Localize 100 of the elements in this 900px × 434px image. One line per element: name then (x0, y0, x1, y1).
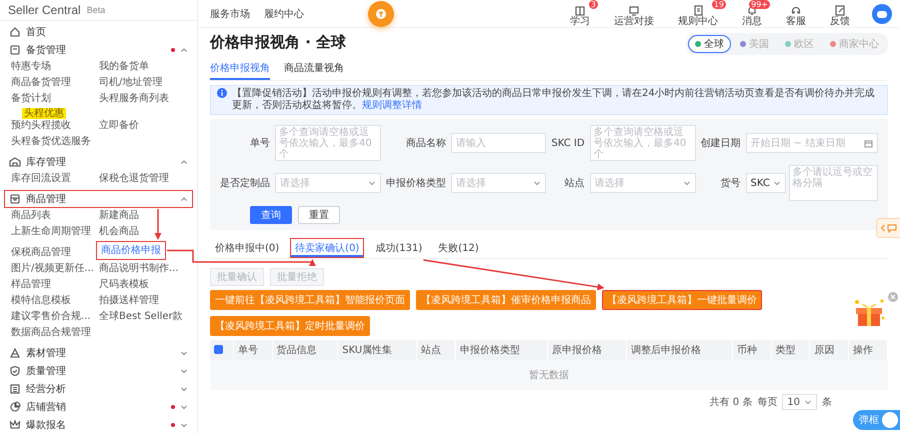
house-icon (9, 26, 21, 38)
menu-group[interactable]: 备货管理 (4, 41, 193, 59)
menu-item[interactable]: 建议零售价合规... (8, 310, 94, 324)
menu-item[interactable]: 库存回流设置 (8, 172, 74, 186)
count-badge: 99+ (749, 0, 770, 9)
menu-item[interactable]: 立即备价 (96, 119, 142, 133)
checkbox[interactable] (214, 345, 223, 354)
column-header: 操作 (848, 340, 888, 360)
close-button[interactable] (888, 292, 898, 302)
menu-group[interactable]: 库存管理 (4, 153, 193, 171)
field-label: 单号 (249, 136, 270, 150)
menu-item[interactable]: 新建商品 (96, 209, 142, 223)
floating-button[interactable] (368, 1, 394, 27)
menu-item[interactable]: 头程备货优选服务 (8, 135, 94, 149)
nav-link[interactable]: 服务市场 (210, 6, 250, 20)
input-field[interactable]: 多个查询请空格或逗号依次输入，最多40个 (590, 125, 696, 161)
menu-item[interactable]: 全球Best Seller款 (96, 310, 186, 324)
menu-item[interactable]: 商品说明书制作... (96, 262, 182, 276)
monitor-icon (628, 4, 640, 16)
chat-icon (887, 224, 897, 232)
input-field[interactable]: 请输入 (450, 133, 546, 153)
input-field[interactable]: 多个查询请空格或逗号依次输入，最多40个 (275, 125, 381, 161)
menu-item[interactable]: 上新生命周期管理 (8, 225, 94, 239)
tab[interactable]: 价格申报中(0) (210, 238, 284, 258)
menu-item[interactable]: 商品备货管理 (8, 76, 74, 90)
menu-item[interactable]: 机会商品 (96, 225, 142, 239)
site-option[interactable]: 全球 (688, 35, 731, 53)
document-icon (692, 4, 704, 16)
chevron-down-icon (682, 179, 691, 187)
menu-item[interactable]: 保税仓退货管理 (96, 172, 172, 186)
link[interactable]: 规则调整详情 (362, 100, 422, 111)
feedback-tab[interactable] (876, 218, 900, 238)
select-field[interactable]: SKC (746, 173, 786, 193)
menu-item[interactable]: 我的备货单 (96, 60, 152, 74)
menu-item[interactable]: 尺码表模板 (96, 278, 152, 292)
crown-icon (9, 419, 21, 431)
input-field[interactable]: 多个请以逗号或空格分隔 (788, 165, 878, 201)
shield-icon (9, 365, 21, 377)
page-size-label: 每页 (757, 396, 778, 409)
nav-link[interactable]: 履约中心 (264, 6, 304, 20)
page-size-unit: 条 (822, 396, 832, 409)
menu-item[interactable]: 特惠专场 (8, 60, 54, 74)
beta-label: Beta (86, 5, 106, 15)
menu-group[interactable]: 经营分析 (4, 380, 193, 398)
menu-group[interactable]: 爆款报名 (4, 416, 193, 434)
field-label: 申报价格类型 (386, 176, 446, 190)
toolbar-button[interactable]: 消息 99+ (740, 0, 770, 27)
headset-icon (790, 4, 802, 16)
tab[interactable]: 失败(12) (433, 238, 484, 258)
menu-item[interactable]: 拍摄送样管理 (96, 294, 162, 308)
chevron-down-icon (368, 179, 376, 187)
page-title: 价格申报视角 · 全球 (210, 33, 346, 52)
tab[interactable]: 价格申报视角 (210, 59, 270, 80)
field-label: 站点 (564, 176, 585, 190)
tab[interactable]: 商品流量视角 (284, 59, 344, 80)
search-button[interactable]: 查询 (250, 206, 292, 224)
field-label: SKC ID (551, 138, 585, 148)
edit-icon (834, 4, 846, 16)
toolbar-button[interactable]: 运营对接 (612, 0, 662, 27)
toolbar-button[interactable]: 规则中心 19 (676, 0, 726, 27)
menu-item[interactable]: 样品管理 (8, 278, 54, 292)
chevron-down-icon (804, 398, 812, 406)
toolbar-button[interactable]: 反馈 (828, 0, 858, 27)
menu-item[interactable]: 备货计划 (8, 92, 54, 106)
menu-item[interactable]: 数据商品合规管理 (8, 326, 94, 340)
menu-group[interactable]: 店铺营销 (4, 398, 193, 416)
menu-group[interactable]: 素材管理 (4, 344, 193, 362)
column-header: 类型 (771, 340, 810, 360)
promo-badge: 头程优惠 (22, 108, 66, 119)
info-icon (217, 88, 227, 98)
field-label: 商品名称 (404, 136, 446, 150)
toolbar-button[interactable]: 学习 3 (568, 0, 598, 27)
menu-item[interactable]: 保税商品管理 (8, 246, 74, 260)
menu-group[interactable]: 商品管理 (4, 190, 193, 208)
column-header: 申报价格类型 (455, 340, 548, 360)
avatar-icon[interactable] (872, 4, 892, 24)
triangle-icon (9, 347, 21, 359)
toolbar-button[interactable]: 客服 (784, 0, 814, 27)
tab[interactable]: 成功(131) (370, 238, 428, 258)
reset-button[interactable]: 重置 (298, 206, 340, 224)
menu-item[interactable]: 模特信息模板 (8, 294, 74, 308)
list-icon (9, 383, 21, 395)
warehouse-icon (9, 156, 21, 168)
menu-item[interactable]: 司机/地址管理 (96, 76, 166, 90)
column-header: SKU属性集 (338, 340, 417, 360)
plugin-icon (375, 8, 387, 20)
chevron-down-icon (533, 179, 542, 187)
column-header: 币种 (732, 340, 772, 360)
menu-item[interactable]: 商品列表 (8, 209, 54, 223)
column-header: 货品信息 (272, 340, 338, 360)
tab[interactable]: 待卖家确认(0) (290, 238, 364, 258)
count-badge: 3 (588, 0, 598, 9)
page-size-select[interactable]: 10 (782, 394, 817, 410)
menu-item[interactable]: 商品价格申报 (96, 241, 166, 260)
empty-state-text: 暂无数据 (210, 360, 888, 390)
menu-item[interactable]: 图片/视频更新任... (8, 262, 97, 276)
nav-item[interactable]: 首页 (4, 23, 193, 41)
menu-group[interactable]: 质量管理 (4, 362, 193, 380)
menu-item[interactable]: 预约头程揽收 (8, 119, 74, 133)
menu-item[interactable]: 头程服务商列表 (96, 92, 172, 106)
